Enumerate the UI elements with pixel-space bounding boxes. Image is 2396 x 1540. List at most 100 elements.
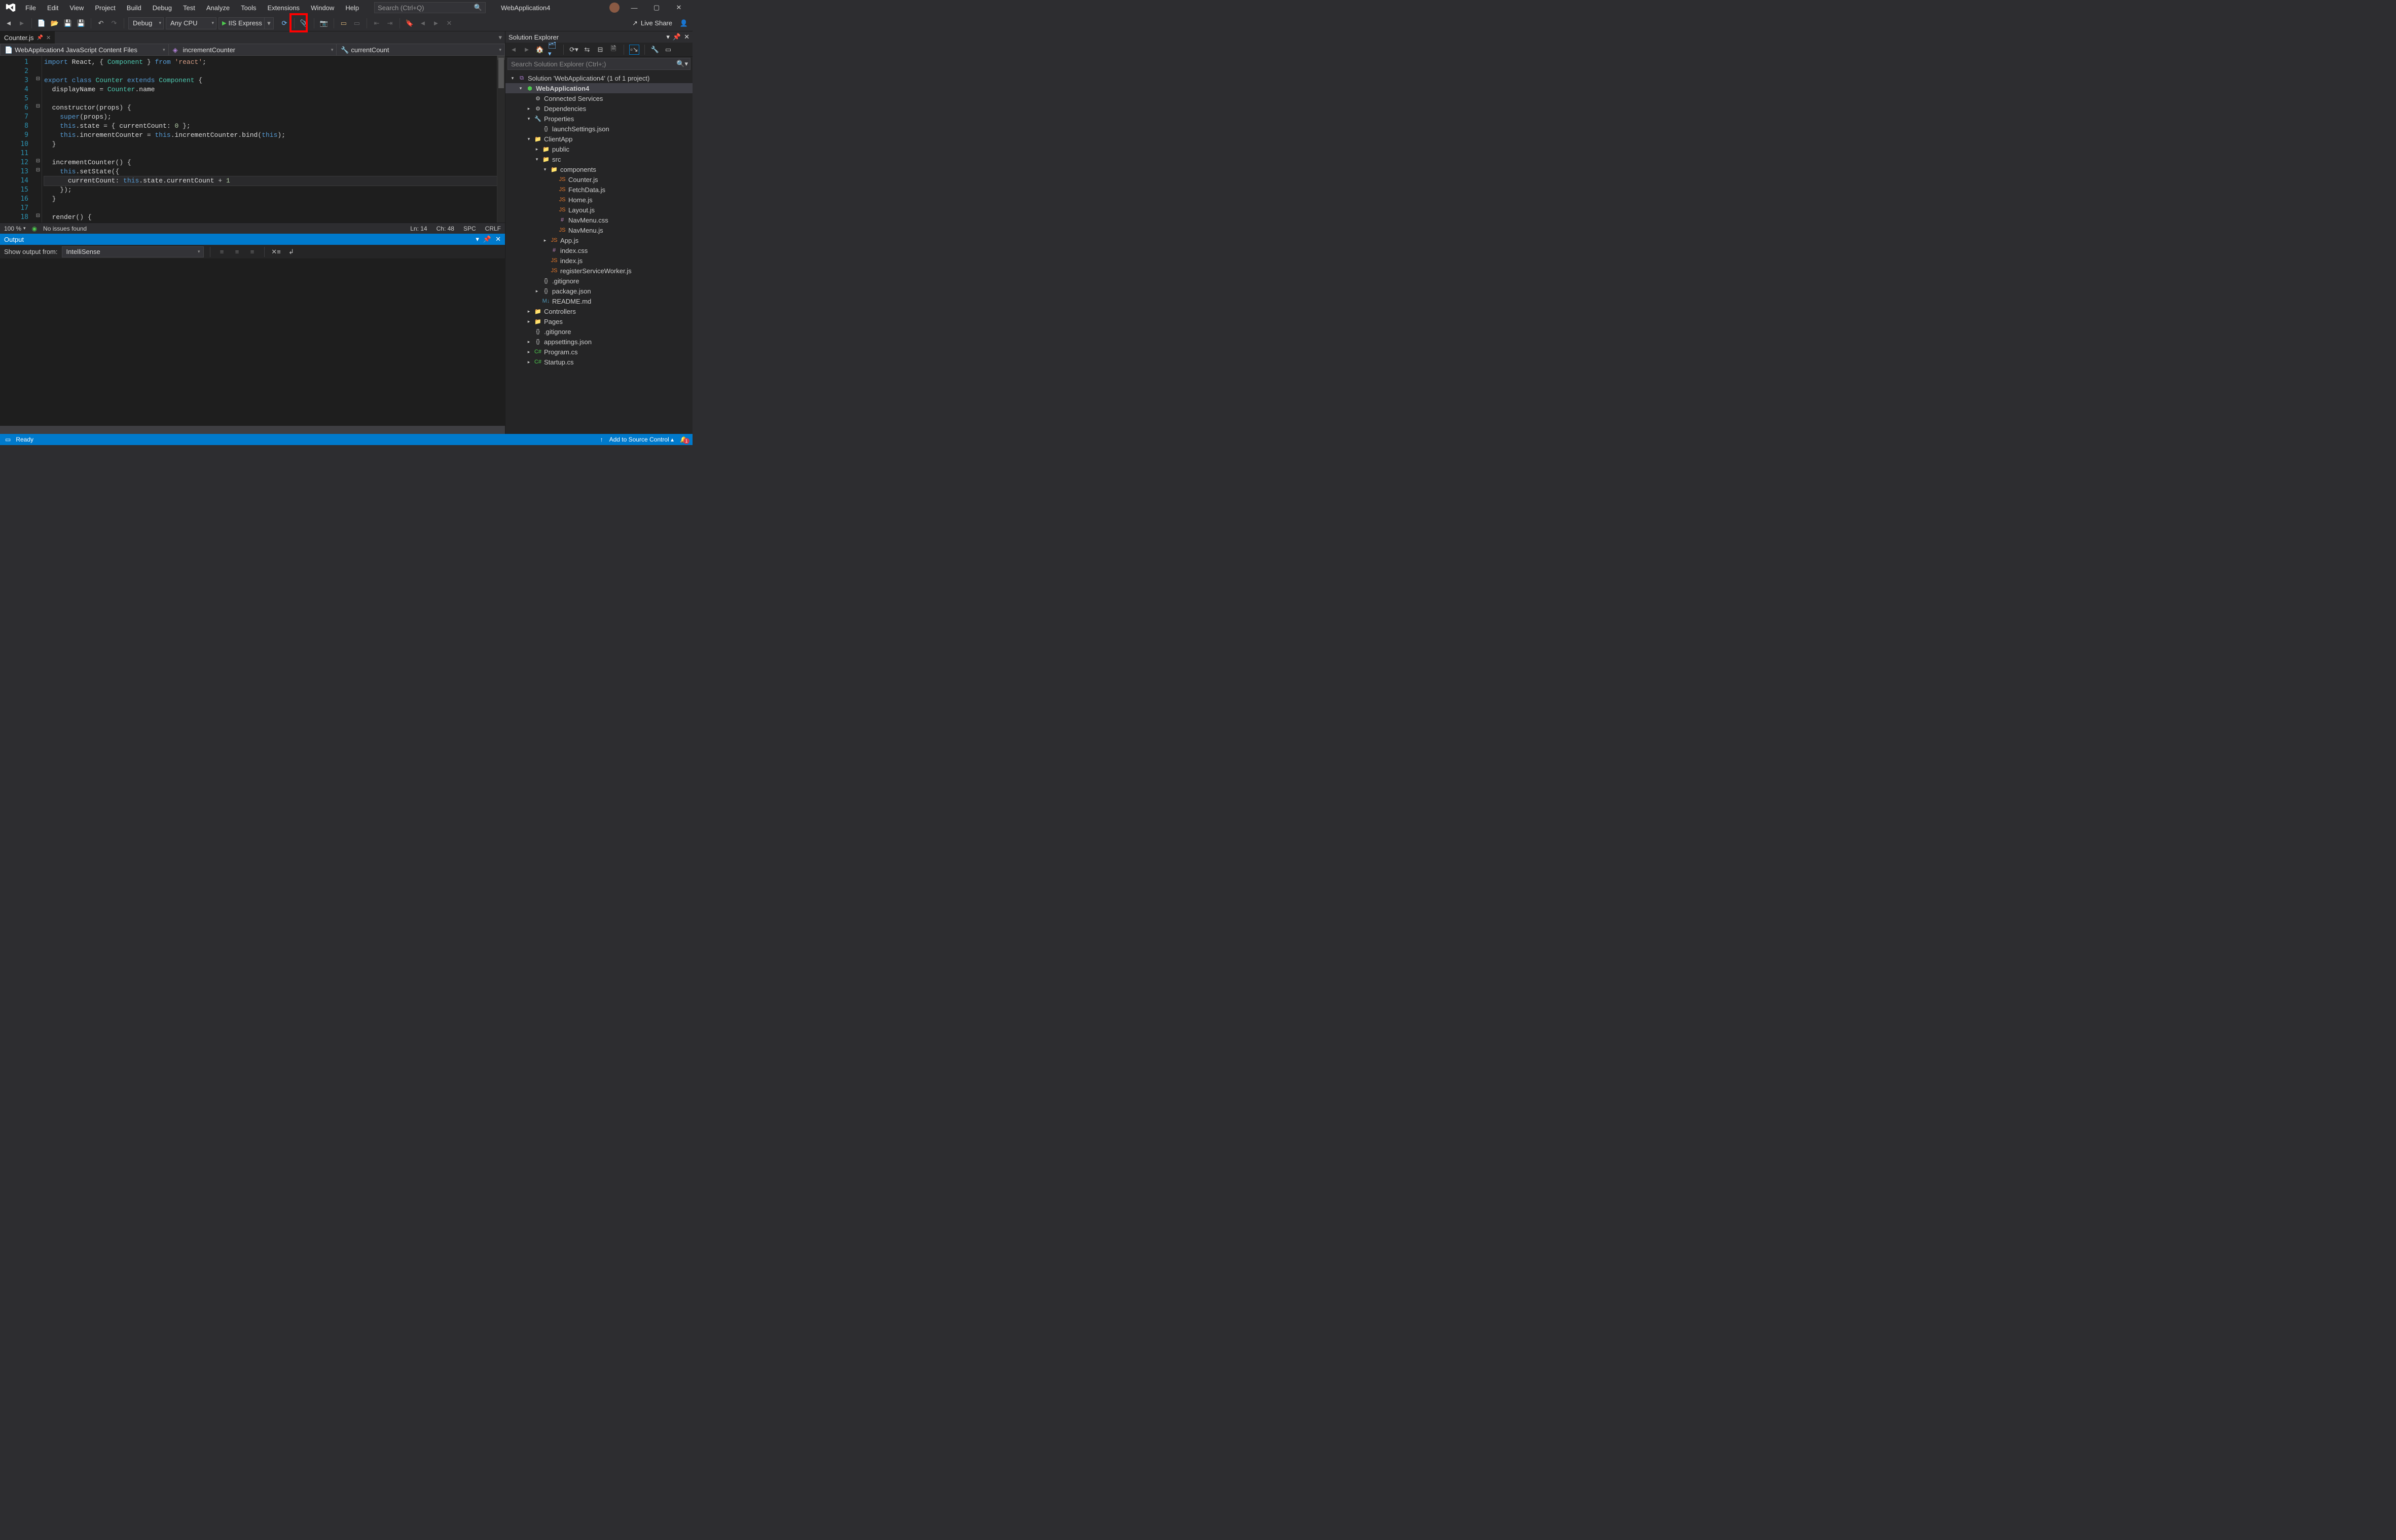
menu-debug[interactable]: Debug [148,2,177,14]
menu-test[interactable]: Test [178,2,200,14]
nav-scope-dropdown[interactable]: 📄 WebApplication4 JavaScript Content Fil… [0,44,169,56]
indent-mode[interactable]: SPC [463,225,476,232]
sol-showall-button[interactable]: 🗎 [608,45,619,55]
nav-field-dropdown[interactable]: 🔧 currentCount [337,44,505,56]
tree-item[interactable]: JSregisterServiceWorker.js [505,266,693,276]
minimize-button[interactable]: — [627,2,642,13]
platform-dropdown[interactable]: Any CPU [166,17,216,29]
sol-switch-view-button[interactable]: 🗂▾ [548,45,558,55]
menu-build[interactable]: Build [122,2,147,14]
expand-arrow-icon[interactable]: ▾ [542,167,548,172]
expand-arrow-icon[interactable]: ▸ [534,288,540,294]
panel-dropdown-icon[interactable]: ▾ [666,33,670,41]
bookmark-button[interactable]: 🔖 [404,18,415,29]
expand-arrow-icon[interactable]: ▸ [526,319,532,324]
tree-item[interactable]: JSCounter.js [505,174,693,185]
tree-item[interactable]: {}.gitignore [505,326,693,337]
tree-item[interactable]: {}.gitignore [505,276,693,286]
tree-item[interactable]: {}launchSettings.json [505,124,693,134]
run-button[interactable]: ▶ IIS Express [219,17,265,29]
tree-item[interactable]: JSHome.js [505,195,693,205]
tree-item[interactable]: ⚙Connected Services [505,93,693,103]
tree-item[interactable]: ▾⬢WebApplication4 [505,83,693,93]
prev-bookmark-button[interactable]: ◄ [417,18,428,29]
menu-file[interactable]: File [20,2,41,14]
tree-item[interactable]: JSNavMenu.js [505,225,693,235]
tree-item[interactable]: ▸JSApp.js [505,235,693,245]
run-dropdown[interactable]: ▾ [265,17,274,29]
nav-member-dropdown[interactable]: ◈ incrementCounter [169,44,337,56]
tree-item[interactable]: ▸📁Controllers [505,306,693,316]
solution-tree[interactable]: ▾⧉Solution 'WebApplication4' (1 of 1 pro… [505,71,693,434]
output-panel-header[interactable]: Output ▾ 📌 ✕ [0,234,505,245]
undo-button[interactable]: ↶ [95,18,106,29]
save-button[interactable]: 💾 [62,18,74,29]
expand-arrow-icon[interactable]: ▸ [542,238,548,243]
expand-arrow-icon[interactable]: ▸ [526,339,532,345]
expand-arrow-icon[interactable]: ▸ [526,359,532,365]
panel-pin-icon[interactable]: 📌 [673,33,681,41]
close-button[interactable]: ✕ [671,2,686,13]
sol-collapse-button[interactable]: ⊟ [595,45,605,55]
tree-item[interactable]: ▾📁components [505,164,693,174]
open-button[interactable]: 📂 [49,18,60,29]
tree-item[interactable]: ▸{}package.json [505,286,693,296]
sol-preview-button[interactable]: ▫↘ [629,45,639,55]
output-mark3-button[interactable]: ≡ [247,246,258,258]
output-content[interactable] [0,259,505,426]
tree-item[interactable]: ▸📁public [505,144,693,154]
manage-accounts-button[interactable]: 👤 [678,18,689,29]
output-close-icon[interactable]: ✕ [495,235,501,243]
browser-link-button[interactable]: ⟳ [279,18,290,29]
menu-window[interactable]: Window [306,2,339,14]
pin-icon[interactable]: 📌 [37,35,43,41]
output-mark1-button[interactable]: ≡ [216,246,228,258]
solution-search-input[interactable]: Search Solution Explorer (Ctrl+;) 🔍▾ [507,58,691,70]
sol-home-button[interactable]: 🏠 [535,45,545,55]
expand-arrow-icon[interactable]: ▸ [526,106,532,112]
sol-sync-button[interactable]: ⇆ [582,45,592,55]
code-editor[interactable]: 1234567891011121314151617181920212223242… [0,56,505,223]
menu-help[interactable]: Help [340,2,364,14]
tree-item[interactable]: JSFetchData.js [505,185,693,195]
notifications-button[interactable]: 🔔 1 [680,436,687,443]
expand-arrow-icon[interactable]: ▸ [534,146,540,152]
line-ending[interactable]: CRLF [485,225,501,232]
sol-preview2-button[interactable]: ▭ [663,45,673,55]
tree-item[interactable]: ▾🔧Properties [505,114,693,124]
menu-project[interactable]: Project [90,2,120,14]
screenshot-button[interactable]: 📷 [318,18,330,29]
code-content[interactable]: import React, { Component } from 'react'… [42,56,497,223]
panel-close-icon[interactable]: ✕ [684,33,689,41]
live-share-button[interactable]: ↗ Live Share [632,19,672,27]
outdent-button[interactable]: ⇤ [371,18,382,29]
expand-arrow-icon[interactable]: ▾ [518,86,524,91]
menu-analyze[interactable]: Analyze [201,2,235,14]
tree-item[interactable]: #index.css [505,245,693,255]
vertical-scrollbar[interactable] [497,56,505,223]
tree-item[interactable]: ▸{}appsettings.json [505,337,693,347]
tree-item[interactable]: ▾⧉Solution 'WebApplication4' (1 of 1 pro… [505,73,693,83]
tree-item[interactable]: ▾📁ClientApp [505,134,693,144]
sol-fwd-button[interactable]: ► [522,45,532,55]
tab2-button[interactable]: ▭ [351,18,362,29]
config-dropdown[interactable]: Debug [128,17,164,29]
output-dropdown-icon[interactable]: ▾ [476,235,479,243]
output-horizontal-scrollbar[interactable] [0,426,505,434]
user-avatar[interactable] [609,3,620,13]
clear-bookmark-button[interactable]: ✕ [444,18,455,29]
redo-button[interactable]: ↷ [108,18,120,29]
indent-button[interactable]: ⇥ [384,18,395,29]
menu-tools[interactable]: Tools [236,2,261,14]
expand-arrow-icon[interactable]: ▸ [526,309,532,314]
tree-item[interactable]: #NavMenu.css [505,215,693,225]
output-pin-icon[interactable]: 📌 [483,235,491,243]
output-source-dropdown[interactable]: IntelliSense [62,246,204,258]
nav-fwd-button[interactable]: ► [16,18,27,29]
sol-refresh-button[interactable]: ⟳▾ [569,45,579,55]
tree-item[interactable]: ▸C#Startup.cs [505,357,693,367]
fold-gutter[interactable]: ⊟⊟⊟⊟⊟⊟ [34,56,42,223]
output-mark2-button[interactable]: ≡ [232,246,243,258]
tree-item[interactable]: ▸C#Program.cs [505,347,693,357]
expand-arrow-icon[interactable]: ▸ [526,349,532,355]
